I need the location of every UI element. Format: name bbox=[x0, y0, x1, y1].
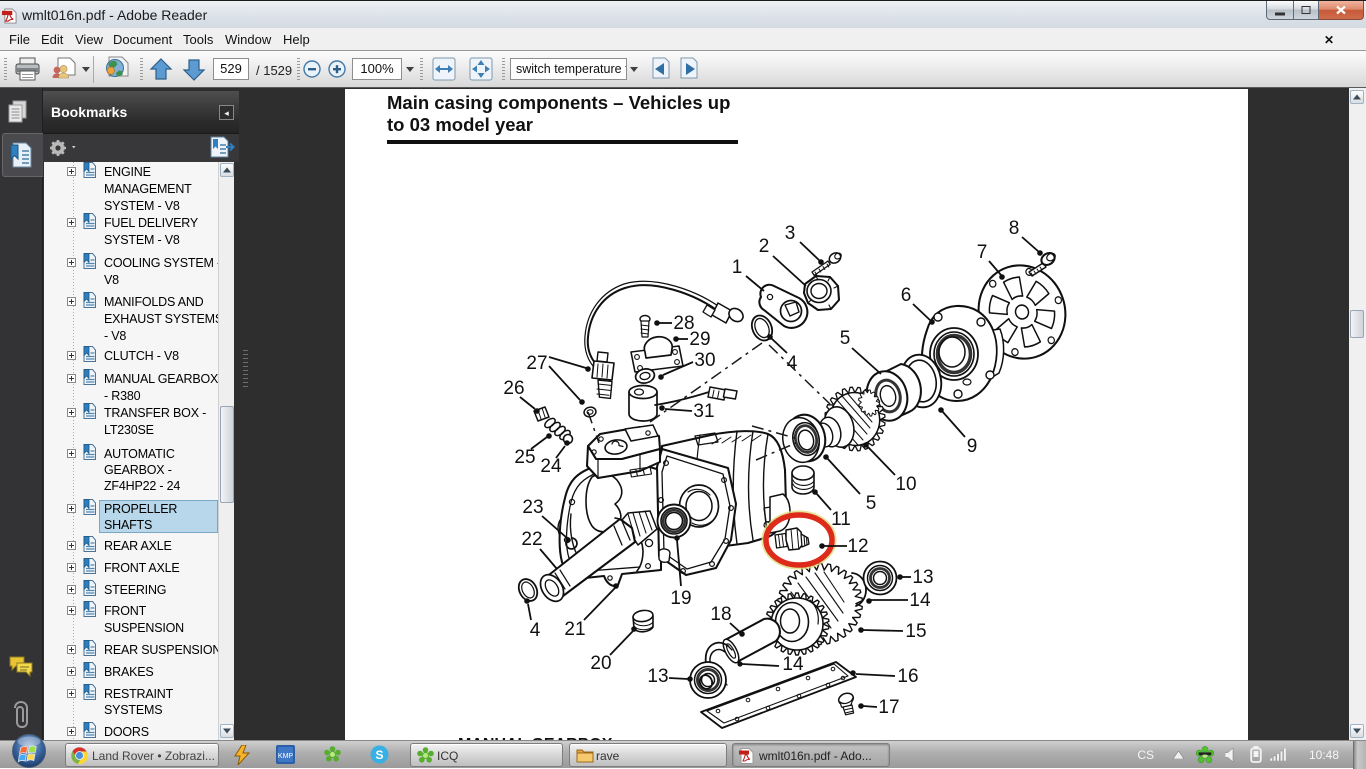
svg-text:16: 16 bbox=[897, 666, 918, 687]
svg-text:31: 31 bbox=[693, 401, 714, 422]
svg-text:3: 3 bbox=[785, 223, 796, 244]
svg-text:8: 8 bbox=[1009, 218, 1020, 239]
svg-text:4: 4 bbox=[530, 620, 541, 641]
svg-text:7: 7 bbox=[977, 242, 988, 263]
svg-text:29: 29 bbox=[689, 329, 710, 350]
svg-text:15: 15 bbox=[905, 621, 926, 642]
svg-text:26: 26 bbox=[503, 378, 524, 399]
svg-text:21: 21 bbox=[564, 619, 585, 640]
svg-text:11: 11 bbox=[831, 509, 851, 530]
svg-text:20: 20 bbox=[590, 653, 611, 674]
svg-text:24: 24 bbox=[540, 456, 562, 477]
svg-text:27: 27 bbox=[526, 353, 547, 374]
svg-text:12: 12 bbox=[847, 536, 868, 557]
svg-text:25: 25 bbox=[514, 447, 535, 468]
svg-text:13: 13 bbox=[647, 666, 668, 687]
svg-text:13: 13 bbox=[912, 567, 933, 588]
svg-text:23: 23 bbox=[522, 497, 543, 518]
svg-text:17: 17 bbox=[878, 697, 899, 718]
svg-text:19: 19 bbox=[670, 588, 691, 609]
svg-text:18: 18 bbox=[710, 604, 731, 625]
svg-text:Main casing components – Vehic: Main casing components – Vehicles up bbox=[387, 92, 730, 113]
svg-text:2: 2 bbox=[759, 236, 770, 257]
svg-text:14: 14 bbox=[782, 654, 804, 675]
svg-text:S: S bbox=[375, 748, 383, 762]
svg-text:5: 5 bbox=[866, 493, 877, 514]
svg-text:5: 5 bbox=[840, 328, 851, 349]
svg-text:14: 14 bbox=[909, 590, 931, 611]
svg-text:30: 30 bbox=[694, 350, 715, 371]
svg-text:9: 9 bbox=[967, 436, 978, 457]
svg-text:6: 6 bbox=[901, 285, 912, 306]
svg-text:1: 1 bbox=[732, 257, 743, 278]
svg-text:to 03 model year: to 03 model year bbox=[387, 114, 533, 135]
svg-text:KMP: KMP bbox=[278, 753, 294, 760]
svg-text:10: 10 bbox=[895, 474, 916, 495]
svg-text:22: 22 bbox=[521, 529, 542, 550]
